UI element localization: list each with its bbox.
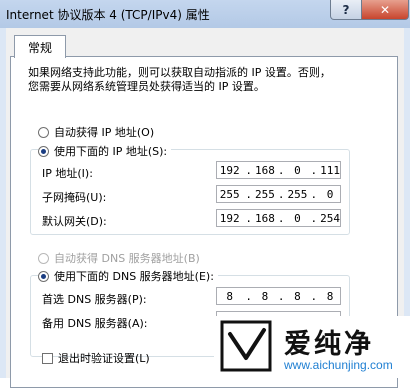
auto-dns-radio[interactable]: 自动获得 DNS 服务器地址(B) — [38, 250, 200, 266]
close-button[interactable]: ✕ — [361, 0, 409, 20]
dot-separator: . — [277, 289, 285, 303]
radio-selected-icon — [38, 145, 49, 157]
octet: 255 — [287, 187, 308, 201]
dot-separator: . — [310, 163, 318, 177]
octet: 192 — [219, 211, 240, 225]
validate-on-exit-label: 退出时验证设置(L) — [58, 352, 150, 365]
octet: 192 — [219, 163, 240, 177]
default-gateway-field[interactable]: 192. 168. 0. 254 — [216, 209, 341, 227]
ip-address-label: IP 地址(I): — [42, 167, 93, 180]
title-bar: Internet 协议版本 4 (TCP/IPv4) 属性 ? ✕ — [0, 0, 410, 28]
tab-general[interactable]: 常规 — [14, 35, 66, 58]
help-button[interactable]: ? — [330, 0, 362, 20]
octet: 168 — [254, 211, 275, 225]
octet: 111 — [320, 163, 340, 177]
octet: 255 — [219, 187, 240, 201]
description-line-2: 您需要从网络系统管理员处获得适当的 IP 设置。 — [28, 80, 265, 93]
octet: 8 — [261, 289, 269, 303]
auto-ip-label: 自动获得 IP 地址(O) — [54, 126, 155, 139]
octet: 0 — [294, 163, 301, 177]
window-title: Internet 协议版本 4 (TCP/IPv4) 属性 — [6, 8, 210, 22]
dot-separator: . — [245, 187, 252, 201]
watermark-text: 爱纯净 — [284, 329, 374, 360]
dot-separator: . — [245, 289, 252, 303]
default-gateway-label: 默认网关(D): — [42, 215, 107, 228]
preferred-dns-label: 首选 DNS 服务器(P): — [42, 293, 147, 306]
subnet-mask-label: 子网掩码(U): — [42, 191, 107, 204]
tab-general-label: 常规 — [27, 40, 52, 55]
manual-ip-label: 使用下面的 IP 地址(S): — [54, 145, 168, 158]
validate-on-exit-checkbox[interactable]: 退出时验证设置(L) — [42, 350, 150, 366]
dot-separator: . — [245, 163, 252, 177]
radio-circle-icon — [38, 126, 49, 138]
octet: 0 — [326, 187, 334, 201]
auto-ip-radio[interactable]: 自动获得 IP 地址(O) — [38, 124, 154, 140]
octet: 8 — [226, 289, 233, 303]
radio-circle-icon — [38, 252, 49, 264]
manual-dns-label: 使用下面的 DNS 服务器地址(E): — [54, 270, 214, 283]
octet: 8 — [326, 289, 334, 303]
checkbox-unchecked-icon — [42, 352, 53, 364]
radio-selected-icon — [38, 270, 49, 282]
manual-dns-radio[interactable]: 使用下面的 DNS 服务器地址(E): — [38, 268, 218, 284]
watermark-url: www.aichunjing.com — [284, 358, 393, 372]
watermark: 爱纯净 www.aichunjing.com — [214, 316, 410, 378]
dot-separator: . — [277, 187, 285, 201]
dot-separator: . — [310, 289, 318, 303]
dot-separator: . — [310, 187, 318, 201]
octet: 168 — [254, 163, 275, 177]
octet: 255 — [254, 187, 275, 201]
dot-separator: . — [245, 211, 252, 225]
subnet-mask-field[interactable]: 255. 255. 255. 0 — [216, 185, 341, 203]
preferred-dns-field[interactable]: 8. 8. 8. 8 — [216, 287, 341, 305]
description-line-1: 如果网络支持此功能，则可以获取自动指派的 IP 设置。否则， — [28, 66, 331, 79]
octet: 8 — [294, 289, 301, 303]
description-text: 如果网络支持此功能，则可以获取自动指派的 IP 设置。否则， 您需要从网络系统管… — [28, 66, 393, 94]
close-icon: ✕ — [379, 2, 391, 17]
help-icon: ? — [342, 2, 350, 17]
ip-address-field[interactable]: 192. 168. 0. 111 — [216, 161, 341, 179]
alternate-dns-label: 备用 DNS 服务器(A): — [42, 317, 148, 330]
dot-separator: . — [277, 211, 285, 225]
manual-ip-radio[interactable]: 使用下面的 IP 地址(S): — [38, 143, 172, 159]
auto-dns-label: 自动获得 DNS 服务器地址(B) — [54, 252, 200, 265]
dot-separator: . — [310, 211, 318, 225]
octet: 0 — [294, 211, 301, 225]
dot-separator: . — [277, 163, 285, 177]
octet: 254 — [320, 211, 340, 225]
watermark-logo-icon — [220, 320, 272, 372]
